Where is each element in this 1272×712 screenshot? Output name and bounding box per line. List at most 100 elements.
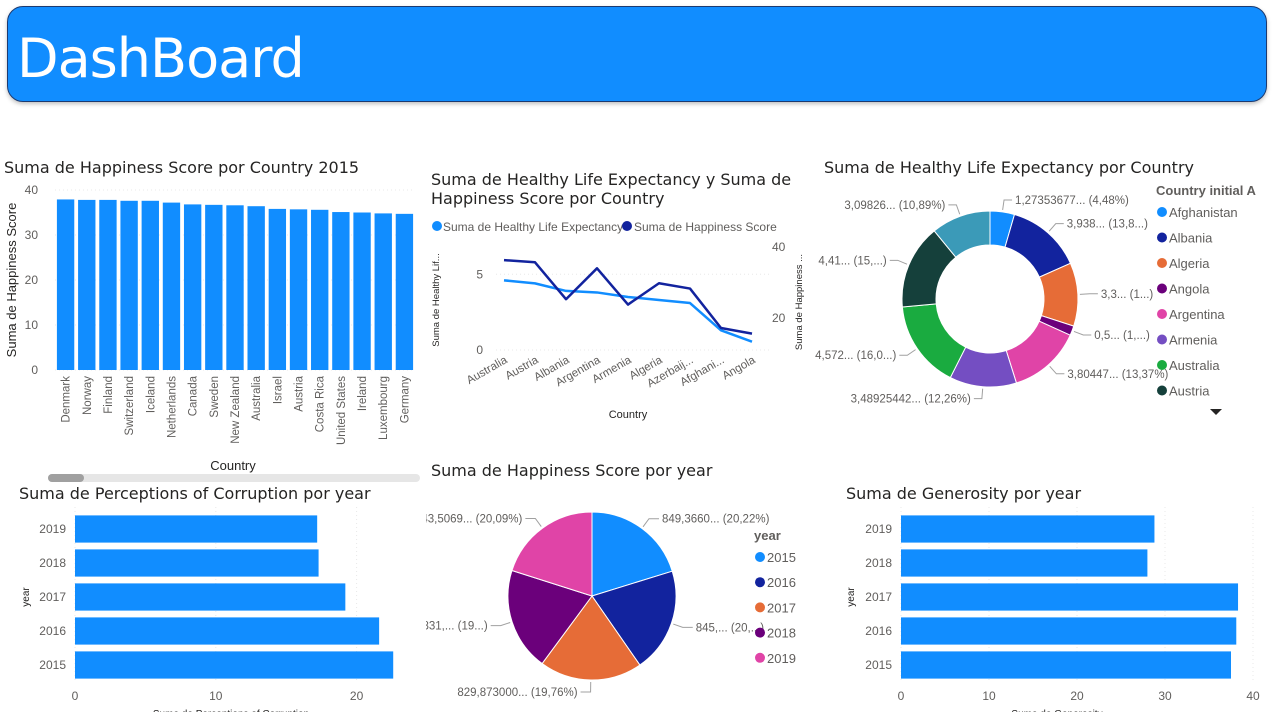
data-label: 3,938... (13,8...) (1067, 219, 1148, 231)
bar[interactable] (75, 617, 380, 645)
x-tick-label: Austria (294, 375, 306, 411)
generosity-chart[interactable]: 01020304020192018201720162015Suma de Gen… (830, 505, 1272, 712)
pie-chart[interactable]: 849,3660... (20,22%) 845,... (20,...) 829,… (426, 490, 816, 712)
x-tick-label: Iceland (145, 376, 157, 413)
legend-marker (622, 221, 632, 231)
happiness-2015-scrollbar-thumb[interactable] (48, 474, 84, 482)
legend-label[interactable]: Austria (1169, 384, 1210, 399)
bar[interactable] (311, 209, 329, 370)
legend-label[interactable]: Albania (1169, 231, 1213, 246)
combo-chart[interactable]: Suma de Healthy Life Expectancy Suma de H… (426, 212, 816, 427)
bar[interactable] (332, 212, 350, 370)
combo-title-line1: Suma de Healthy Life Expectancy y Suma d… (431, 170, 792, 189)
y-tick-label: 2016 (865, 624, 892, 638)
y-tick-label: 2018 (865, 556, 892, 570)
x-tick-label: 10 (982, 689, 996, 703)
data-label: 0,5... (1,...) (1094, 330, 1150, 342)
legend-scroll-down-icon[interactable] (1210, 409, 1222, 415)
x-tick-label: 40 (1246, 689, 1260, 703)
legend-label[interactable]: Angola (1169, 282, 1210, 297)
legend-label[interactable]: Afghanistan (1169, 205, 1238, 220)
bar[interactable] (247, 206, 265, 370)
bar[interactable] (75, 583, 346, 611)
bar[interactable] (901, 617, 1237, 645)
legend-label[interactable]: Algeria (1169, 256, 1210, 271)
leader-line (889, 259, 908, 265)
x-tick-label: New Zealand (230, 376, 242, 444)
donut-chart[interactable]: 1,27353677... (4,48%) 3,938... (13,8...) 3… (812, 175, 1272, 430)
bar[interactable] (75, 651, 394, 679)
leader-line (1002, 199, 1013, 210)
bar[interactable] (289, 209, 308, 370)
bar[interactable] (75, 515, 318, 543)
x-tick-label: Ireland (357, 376, 369, 411)
legend-label[interactable]: 2018 (767, 626, 796, 641)
data-label: 3,80447... (13,37%) (1067, 369, 1168, 381)
y-axis-title: year (21, 587, 32, 607)
bar[interactable] (99, 199, 117, 370)
x-axis-title: Country (210, 458, 256, 473)
leader-line (1079, 293, 1098, 295)
bar[interactable] (78, 199, 96, 370)
bar[interactable] (75, 549, 319, 577)
happiness-2015-chart[interactable]: 0 10 20 30 40 Denmark Norway Finland Switzerland… (0, 175, 425, 475)
leader-line (642, 518, 659, 528)
dashboard-title: DashBoard (17, 27, 305, 90)
happiness-2015-scrollbar-track[interactable] (48, 474, 420, 482)
legend-label[interactable]: 2019 (767, 651, 796, 666)
legend-marker (755, 602, 765, 613)
legend-title: year (754, 528, 781, 543)
x-tick-label: 0 (72, 689, 79, 703)
bar[interactable] (901, 651, 1231, 679)
bar[interactable] (226, 205, 244, 370)
legend-label[interactable]: Armenia (1169, 333, 1218, 348)
legend-label[interactable]: Argentina (1169, 307, 1225, 322)
x-axis-title: Country (609, 409, 648, 421)
series-line[interactable] (503, 279, 753, 343)
legend-marker (1157, 309, 1167, 319)
legend-label[interactable]: 2015 (767, 550, 796, 565)
legend-label[interactable]: Suma de Healthy Life Expectancy (443, 220, 623, 234)
bar[interactable] (901, 549, 1148, 577)
bar[interactable] (141, 200, 159, 370)
x-tick-label: Israel (272, 376, 284, 404)
y-tick-label: 2019 (39, 522, 66, 536)
bar[interactable] (120, 200, 138, 370)
leader-line (899, 349, 916, 356)
y-left-axis-title: Suma de Healthy Lif... (431, 253, 442, 346)
bar[interactable] (395, 213, 414, 370)
bar[interactable] (353, 212, 371, 371)
leader-line (673, 623, 693, 628)
legend-label[interactable]: 2017 (767, 600, 796, 615)
corruption-chart[interactable]: 0102020192018201720162015Suma de Percept… (0, 505, 430, 712)
legend-label[interactable]: Australia (1169, 358, 1220, 373)
x-tick-label: Angola (720, 354, 758, 383)
x-tick-label: 0 (898, 689, 905, 703)
data-label: 4,41... (15,...) (818, 255, 887, 267)
bar[interactable] (56, 199, 75, 370)
bar[interactable] (374, 213, 392, 370)
donut-slice[interactable] (901, 303, 967, 379)
data-label: 831,... (19...) (426, 621, 488, 633)
legend-marker (755, 552, 765, 562)
bar[interactable] (205, 204, 223, 370)
legend-title: Country initial A (1156, 183, 1257, 198)
bar[interactable] (183, 204, 202, 370)
x-tick-label: Australia (465, 354, 510, 387)
y-tick-label: 2018 (39, 556, 66, 570)
y-tick-label: 2017 (39, 590, 66, 604)
x-tick-label: Canada (188, 375, 200, 416)
legend-marker (1157, 385, 1167, 396)
x-tick-label: Netherlands (166, 376, 178, 438)
bar[interactable] (901, 583, 1239, 611)
x-tick-label: Australia (251, 375, 263, 420)
x-tick-label: Costa Rica (315, 375, 327, 432)
bar[interactable] (268, 208, 287, 370)
legend-marker (755, 652, 765, 663)
bar[interactable] (162, 202, 181, 370)
legend-label[interactable]: Suma de Happiness Score (634, 220, 777, 234)
y-tick-label: 2015 (39, 658, 66, 672)
bar[interactable] (901, 515, 1155, 543)
legend-label[interactable]: 2016 (767, 575, 796, 590)
leader-line (973, 388, 984, 400)
